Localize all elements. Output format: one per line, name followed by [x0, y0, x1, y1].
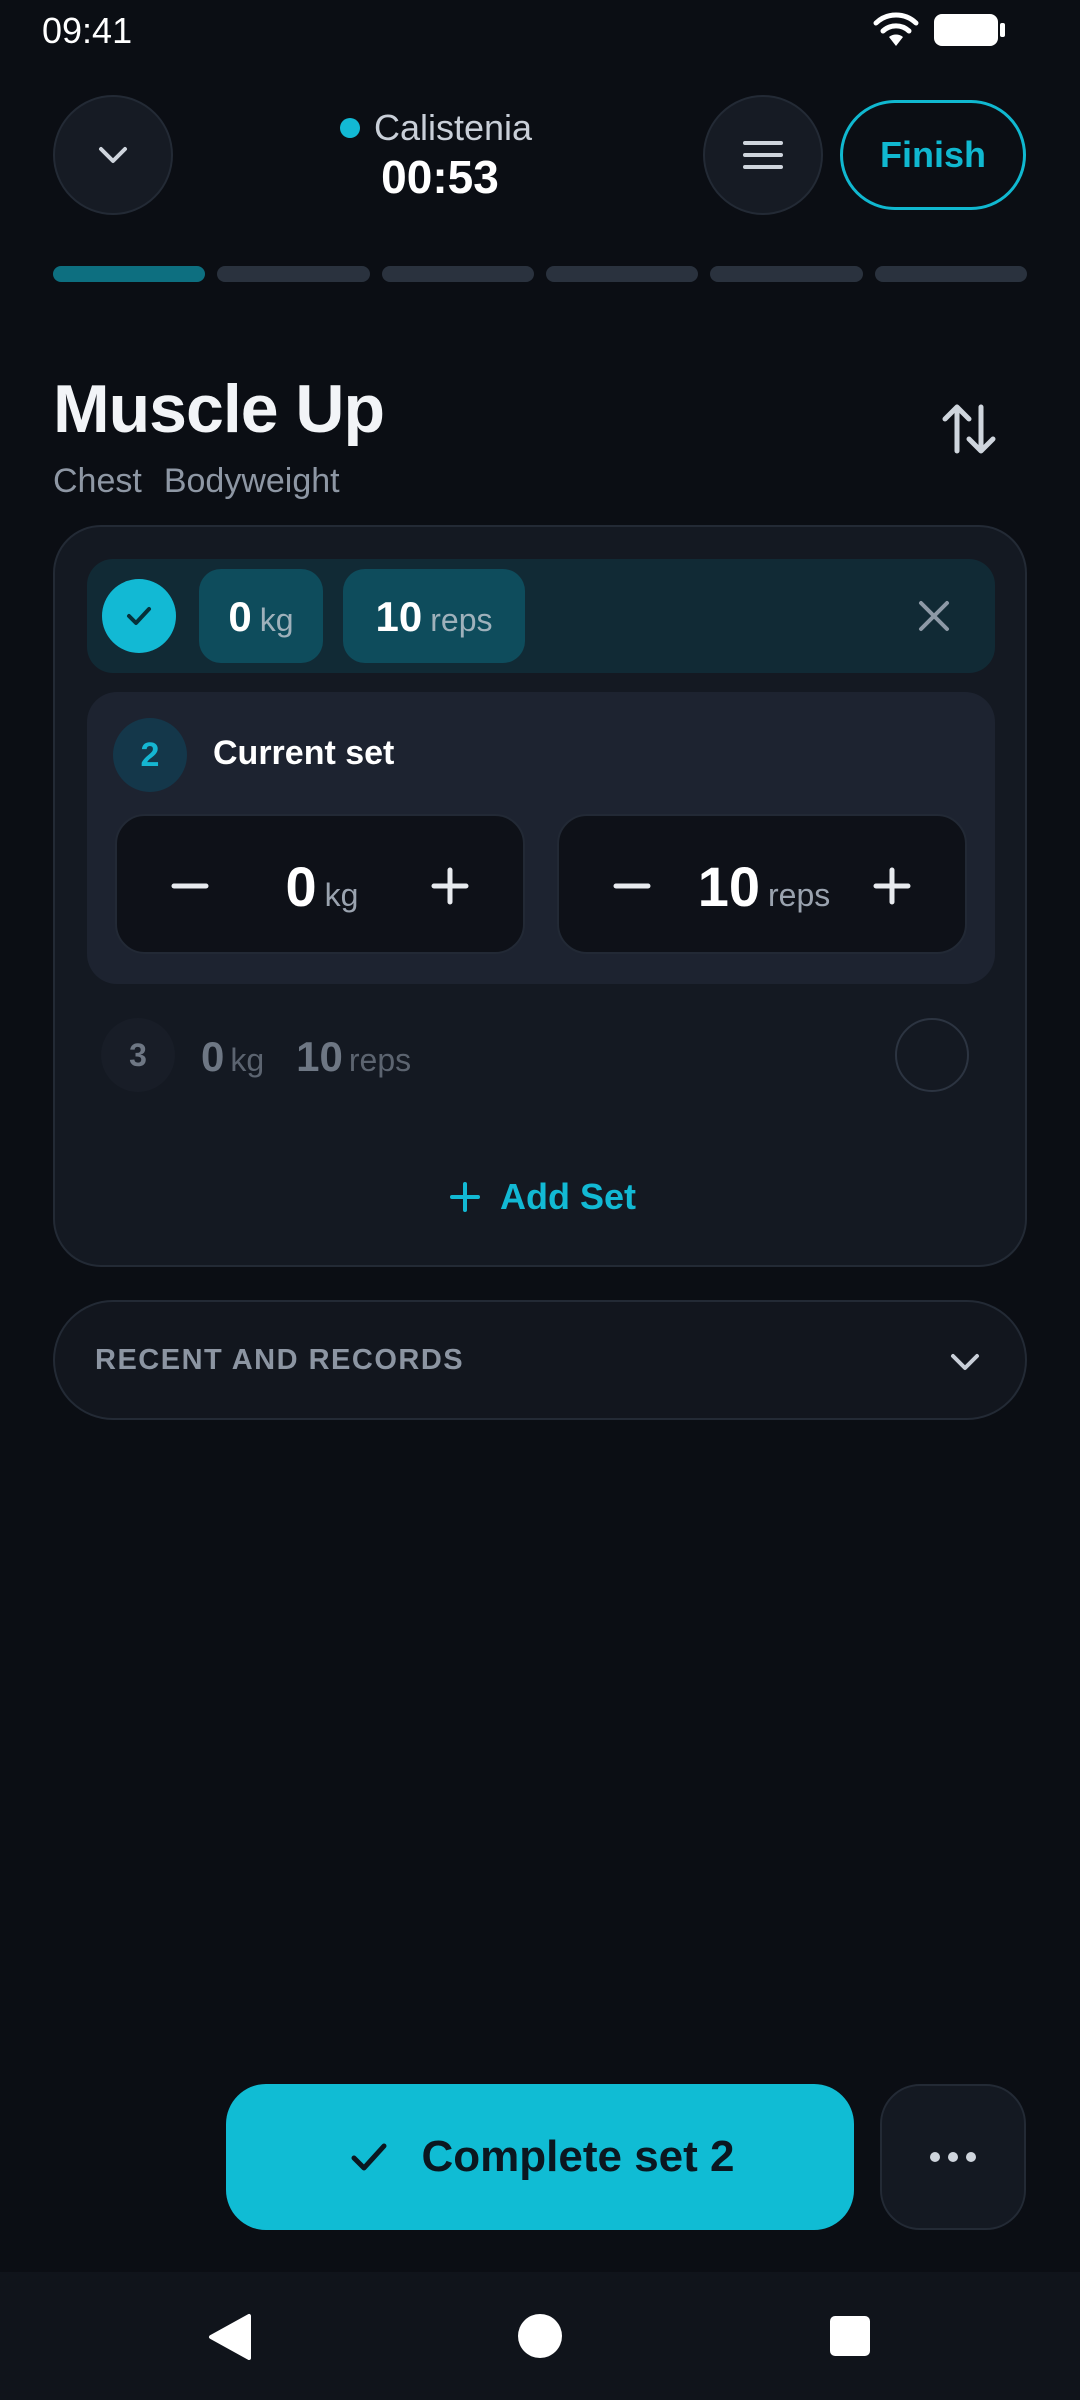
workout-screen: 09:41 Calistenia 00:53 Finish Muscle Up …	[0, 0, 1080, 2400]
complete-set-button[interactable]: Complete set 2	[226, 2084, 854, 2230]
weight-value[interactable]: 0 kg	[227, 854, 417, 919]
plus-icon	[431, 867, 469, 905]
completed-reps-chip[interactable]: 10 reps	[343, 569, 525, 663]
completed-set-row[interactable]: 0 kg 10 reps	[87, 559, 995, 673]
current-set-number: 2	[113, 718, 187, 792]
reps-decrement-button[interactable]	[597, 851, 667, 921]
weight-decrement-button[interactable]	[155, 851, 225, 921]
weight-increment-button[interactable]	[415, 851, 485, 921]
workout-name: Calistenia	[374, 107, 533, 148]
progress-segment	[874, 266, 1027, 282]
reps-unit: reps	[768, 877, 831, 913]
current-set-block: 2 Current set 0 kg 10 reps	[87, 692, 995, 984]
exercise-title: Muscle Up	[53, 371, 385, 447]
reps-value[interactable]: 10 reps	[669, 854, 859, 919]
progress-segment	[545, 266, 699, 282]
more-horizontal-icon	[930, 2152, 976, 2162]
check-icon	[127, 607, 151, 625]
pending-weight-value: 0	[201, 1033, 225, 1080]
reps-stepper: 10 reps	[557, 814, 967, 954]
more-options-button[interactable]	[880, 2084, 1026, 2230]
set-completed-toggle[interactable]	[102, 579, 176, 653]
minus-icon	[171, 883, 209, 889]
completed-weight-chip[interactable]: 0 kg	[199, 569, 323, 663]
reps-number: 10	[697, 855, 761, 918]
chevron-down-icon	[99, 147, 127, 163]
records-label: RECENT AND RECORDS	[95, 1344, 465, 1376]
check-icon	[351, 2143, 386, 2171]
reorder-icon[interactable]	[935, 395, 1003, 463]
weight-unit: kg	[324, 877, 359, 913]
pending-set-row[interactable]: 3 0 kg 10 reps	[87, 1015, 995, 1095]
current-set-label: Current set	[213, 734, 395, 772]
reps-increment-button[interactable]	[857, 851, 927, 921]
tag-equipment: Bodyweight	[163, 462, 340, 500]
exercise-tags: Chest Bodyweight	[53, 462, 340, 501]
status-bar: 09:41	[0, 0, 1080, 60]
collapse-button[interactable]	[53, 95, 173, 215]
pending-reps-value: 10	[296, 1033, 343, 1080]
completed-reps-value: 10	[375, 593, 423, 640]
add-set-button[interactable]: Add Set	[55, 1167, 1029, 1227]
plus-icon	[449, 1182, 480, 1212]
recents-icon[interactable]	[830, 2316, 870, 2356]
completed-reps-unit: reps	[430, 602, 493, 638]
sets-card: 0 kg 10 reps 2 Current set 0 kg 10 reps …	[53, 525, 1027, 1267]
pending-weight: 0 kg	[201, 1033, 264, 1081]
finish-button[interactable]: Finish	[840, 100, 1026, 210]
progress-segment	[710, 266, 863, 282]
live-indicator	[340, 118, 360, 138]
completed-weight-unit: kg	[259, 602, 294, 638]
pending-reps: 10 reps	[296, 1033, 411, 1081]
hamburger-menu-icon	[743, 141, 783, 169]
chevron-down-icon	[951, 1354, 979, 1370]
plus-icon	[873, 867, 911, 905]
pending-set-toggle[interactable]	[895, 1018, 969, 1092]
home-icon[interactable]	[518, 2314, 562, 2358]
recent-and-records-toggle[interactable]: RECENT AND RECORDS	[53, 1300, 1027, 1420]
wifi-icon	[873, 12, 919, 46]
progress-segment	[53, 266, 206, 282]
pending-set-number: 3	[101, 1018, 175, 1092]
add-set-label: Add Set	[499, 1176, 636, 1217]
completed-weight-value: 0	[228, 593, 252, 640]
weight-number: 0	[285, 855, 317, 918]
menu-button[interactable]	[703, 95, 823, 215]
status-time: 09:41	[42, 10, 133, 51]
workout-name-row: Calistenia	[340, 105, 540, 151]
pending-set-values: 0 kg 10 reps	[201, 1033, 411, 1081]
complete-set-label: Complete set 2	[421, 2132, 735, 2181]
battery-icon	[934, 14, 1005, 46]
pending-reps-unit: reps	[348, 1042, 412, 1078]
pending-weight-unit: kg	[230, 1042, 265, 1078]
back-icon[interactable]	[205, 2312, 255, 2362]
workout-timer: 00:53	[381, 151, 499, 203]
system-nav-bar	[0, 2272, 1080, 2400]
weight-stepper: 0 kg	[115, 814, 525, 954]
exercise-progress	[53, 266, 1027, 282]
tag-muscle: Chest	[53, 462, 142, 500]
progress-segment	[217, 266, 370, 282]
progress-segment	[381, 266, 534, 282]
close-icon[interactable]	[909, 591, 959, 641]
minus-icon	[613, 883, 651, 889]
